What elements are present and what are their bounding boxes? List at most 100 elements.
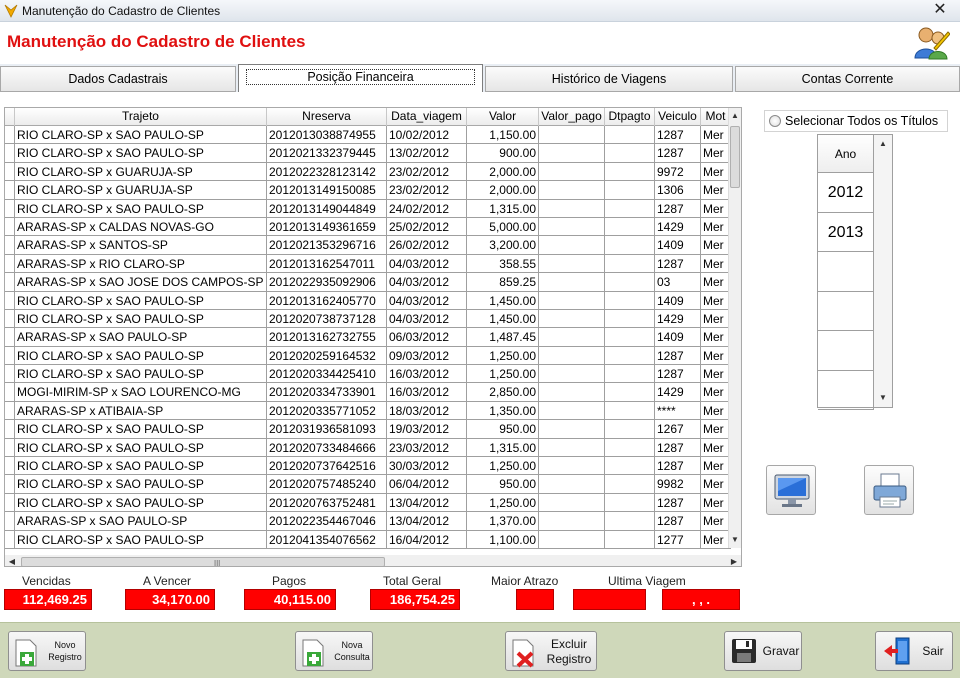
row-selector[interactable] (5, 254, 15, 274)
table-row[interactable]: ARARAS-SP x ATIBAIA-SP 2012020335771052 18… (5, 401, 731, 421)
cell-valor[interactable]: 1,315.00 (467, 199, 539, 218)
cell-dtpagto[interactable] (605, 401, 655, 421)
tab-contas-corrente[interactable]: Contas Corrente (735, 66, 960, 92)
cell-valor-pago[interactable] (539, 291, 605, 310)
cell-dtpagto[interactable] (605, 254, 655, 274)
cell-data[interactable]: 13/04/2012 (387, 512, 467, 531)
cell-nreserva[interactable]: 2012013162547011 (267, 254, 387, 274)
cell-dtpagto[interactable] (605, 383, 655, 402)
cell-trajeto[interactable]: RIO CLARO-SP x SAO PAULO-SP (15, 144, 267, 163)
year-cell[interactable] (818, 370, 874, 410)
cell-veiculo[interactable]: 9972 (655, 162, 701, 182)
cell-valor-pago[interactable] (539, 254, 605, 274)
cell-trajeto[interactable]: RIO CLARO-SP x SAO PAULO-SP (15, 530, 267, 549)
cell-data[interactable]: 24/02/2012 (387, 199, 467, 218)
cell-valor-pago[interactable] (539, 457, 605, 476)
cell-valor[interactable]: 2,000.00 (467, 162, 539, 182)
row-selector[interactable] (5, 493, 15, 513)
cell-dtpagto[interactable] (605, 420, 655, 439)
cell-veiculo[interactable]: 1429 (655, 309, 701, 329)
cell-valor[interactable]: 950.00 (467, 420, 539, 439)
cell-valor-pago[interactable] (539, 199, 605, 218)
table-row[interactable]: RIO CLARO-SP x SAO PAULO-SP 2012020259164… (5, 346, 731, 366)
cell-valor-pago[interactable] (539, 530, 605, 549)
table-row[interactable]: RIO CLARO-SP x SAO PAULO-SP 2012020738737… (5, 309, 731, 329)
tab-dados-cadastrais[interactable]: Dados Cadastrais (0, 66, 236, 92)
cell-mot[interactable]: Mer (701, 457, 731, 476)
cell-valor[interactable]: 2,850.00 (467, 383, 539, 402)
table-row[interactable]: RIO CLARO-SP x SAO PAULO-SP 2012020757485… (5, 475, 731, 494)
cell-trajeto[interactable]: RIO CLARO-SP x SAO PAULO-SP (15, 438, 267, 458)
cell-dtpagto[interactable] (605, 236, 655, 255)
cell-data[interactable]: 16/04/2012 (387, 530, 467, 549)
scroll-up-icon[interactable]: ▲ (874, 137, 892, 151)
cell-valor[interactable]: 900.00 (467, 144, 539, 163)
cell-veiculo[interactable]: 1267 (655, 420, 701, 439)
cell-data[interactable]: 30/03/2012 (387, 457, 467, 476)
cell-dtpagto[interactable] (605, 309, 655, 329)
cell-data[interactable]: 09/03/2012 (387, 346, 467, 366)
cell-valor[interactable]: 1,450.00 (467, 309, 539, 329)
cell-veiculo[interactable]: 1287 (655, 346, 701, 366)
year-cell[interactable] (818, 331, 874, 371)
row-selector[interactable] (5, 217, 15, 237)
table-row[interactable]: ARARAS-SP x SAO PAULO-SP 2012022354467046… (5, 512, 731, 531)
row-selector[interactable] (5, 420, 15, 439)
cell-veiculo[interactable]: 1287 (655, 144, 701, 163)
cell-valor[interactable]: 1,450.00 (467, 291, 539, 310)
cell-trajeto[interactable]: ARARAS-SP x RIO CLARO-SP (15, 254, 267, 274)
table-row[interactable]: RIO CLARO-SP x GUARUJA-SP 201202232812314… (5, 162, 731, 182)
table-row[interactable]: RIO CLARO-SP x GUARUJA-SP 201201314915008… (5, 181, 731, 200)
radio-button[interactable] (769, 115, 781, 127)
row-selector[interactable] (5, 530, 15, 549)
cell-mot[interactable]: Mer (701, 126, 731, 145)
row-selector[interactable] (5, 457, 15, 476)
cell-dtpagto[interactable] (605, 126, 655, 145)
cell-veiculo[interactable]: 1287 (655, 365, 701, 384)
table-row[interactable]: RIO CLARO-SP x SAO PAULO-SP 2012013038874… (5, 126, 731, 145)
tab-posicao-financeira[interactable]: Posição Financeira (238, 64, 483, 92)
cell-veiculo[interactable]: 1409 (655, 236, 701, 255)
cell-mot[interactable]: Mer (701, 144, 731, 163)
cell-valor-pago[interactable] (539, 475, 605, 494)
table-row[interactable]: RIO CLARO-SP x SAO PAULO-SP 2012041354076… (5, 530, 731, 549)
cell-mot[interactable]: Mer (701, 199, 731, 218)
cell-data[interactable]: 04/03/2012 (387, 273, 467, 292)
cell-dtpagto[interactable] (605, 530, 655, 549)
cell-mot[interactable]: Mer (701, 217, 731, 237)
cell-mot[interactable]: Mer (701, 438, 731, 458)
cell-nreserva[interactable]: 2012020334425410 (267, 365, 387, 384)
cell-nreserva[interactable]: 2012020334733901 (267, 383, 387, 402)
scroll-up-icon[interactable]: ▲ (729, 108, 741, 124)
year-cell[interactable] (818, 252, 874, 292)
print-button[interactable] (864, 465, 914, 515)
scroll-down-icon[interactable]: ▼ (874, 391, 892, 405)
cell-data[interactable]: 19/03/2012 (387, 420, 467, 439)
cell-dtpagto[interactable] (605, 162, 655, 182)
cell-valor[interactable]: 1,150.00 (467, 126, 539, 145)
cell-data[interactable]: 10/02/2012 (387, 126, 467, 145)
cell-data[interactable]: 18/03/2012 (387, 401, 467, 421)
cell-nreserva[interactable]: 2012013162732755 (267, 328, 387, 347)
cell-nreserva[interactable]: 2012020259164532 (267, 346, 387, 366)
cell-nreserva[interactable]: 2012020757485240 (267, 475, 387, 494)
cell-trajeto[interactable]: ARARAS-SP x SANTOS-SP (15, 236, 267, 255)
cell-mot[interactable]: Mer (701, 493, 731, 513)
table-row[interactable]: RIO CLARO-SP x SAO PAULO-SP 2012013162405… (5, 291, 731, 310)
row-selector[interactable] (5, 236, 15, 255)
cell-valor-pago[interactable] (539, 126, 605, 145)
year-list[interactable]: Ano 2012 2013 ▲ ▼ (817, 134, 893, 410)
table-row[interactable]: RIO CLARO-SP x SAO PAULO-SP 2012020334425… (5, 365, 731, 384)
cell-trajeto[interactable]: RIO CLARO-SP x SAO PAULO-SP (15, 365, 267, 384)
tab-historico-de-viagens[interactable]: Histórico de Viagens (485, 66, 733, 92)
cell-veiculo[interactable]: 1429 (655, 383, 701, 402)
cell-veiculo[interactable]: 1287 (655, 438, 701, 458)
year-cell[interactable]: 2013 (818, 212, 874, 252)
excluir-registro-button[interactable]: Excluir Registro (505, 631, 597, 671)
cell-valor[interactable]: 1,250.00 (467, 457, 539, 476)
table-row[interactable]: RIO CLARO-SP x SAO PAULO-SP 2012020733484… (5, 438, 731, 458)
cell-mot[interactable]: Mer (701, 162, 731, 182)
row-selector[interactable] (5, 126, 15, 145)
table-row[interactable]: RIO CLARO-SP x SAO PAULO-SP 2012013149044… (5, 199, 731, 218)
cell-dtpagto[interactable] (605, 457, 655, 476)
